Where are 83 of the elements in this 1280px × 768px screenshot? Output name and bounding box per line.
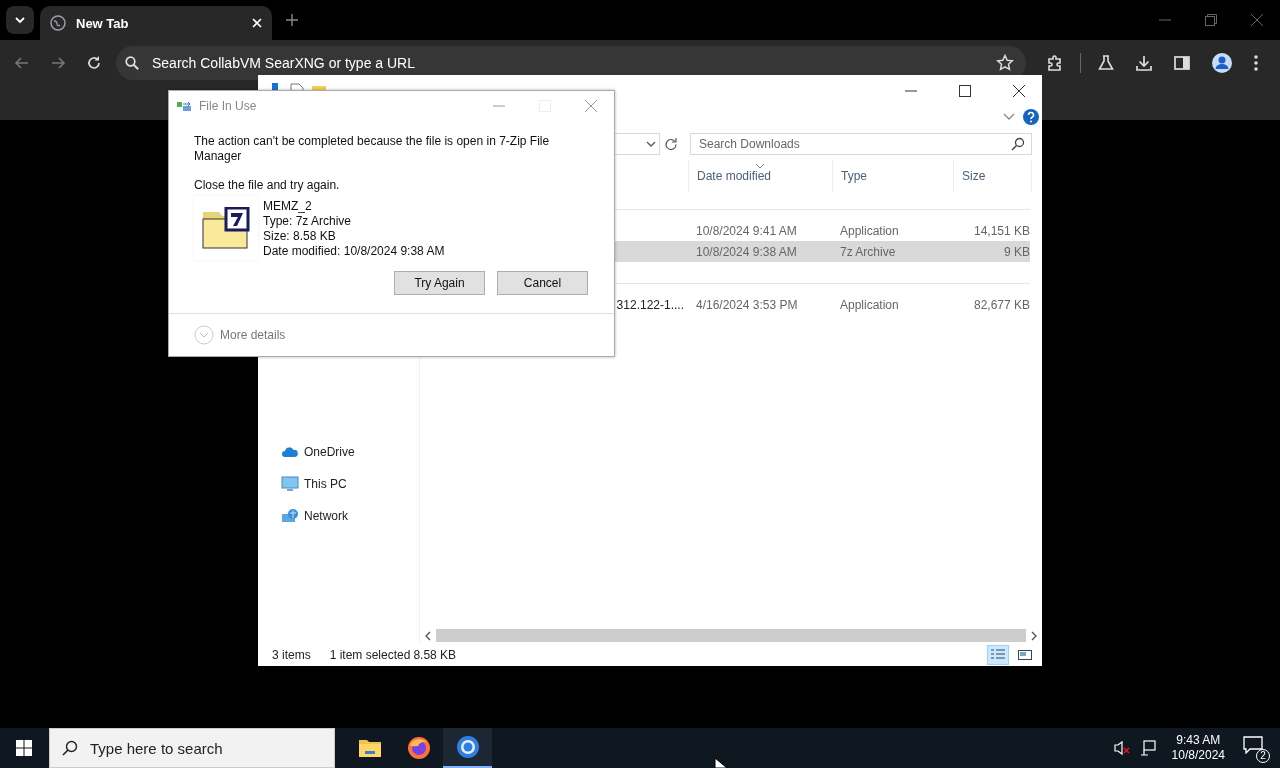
- windows-start-icon[interactable]: [16, 740, 32, 756]
- column-header[interactable]: Date modified: [688, 160, 832, 192]
- notification-count: 2: [1256, 748, 1270, 763]
- error-message: The action can't be completed because the file is open in 7-Zip File Manager: [194, 134, 551, 164]
- large-icons-view-icon: [1017, 648, 1033, 662]
- search-field[interactable]: Search Downloads: [690, 133, 1032, 155]
- date-cell: 10/8/2024 9:38 AM: [696, 244, 797, 259]
- forward-icon[interactable]: [50, 54, 66, 71]
- file-detail: Size: 8.58 KB: [263, 229, 337, 244]
- clock-date[interactable]: 10/8/2024: [1171, 748, 1225, 763]
- profile-avatar-icon[interactable]: [1211, 51, 1233, 74]
- restore-icon[interactable]: [1205, 14, 1217, 26]
- address-input[interactable]: Search CollabVM SearXNG or type a URL: [152, 54, 984, 71]
- monitor-icon: [281, 476, 299, 492]
- flask-icon[interactable]: [1097, 53, 1115, 72]
- date-cell: 10/8/2024 9:41 AM: [696, 223, 797, 238]
- dialog-button[interactable]: Cancel: [497, 271, 588, 295]
- expand-chevron-icon: [194, 325, 214, 345]
- sort-caret-icon: [756, 164, 764, 169]
- file-name: 312.122-1....: [616, 297, 684, 312]
- clock-time[interactable]: 9:43 AM: [1176, 733, 1221, 748]
- maximize-icon[interactable]: [959, 84, 971, 97]
- dialog-button[interactable]: Try Again: [394, 271, 485, 295]
- chevron-down-icon[interactable]: [646, 140, 656, 148]
- column-header[interactable]: Type: [832, 160, 953, 192]
- date-cell: 4/16/2024 3:53 PM: [696, 297, 798, 312]
- cloud-icon: [281, 446, 299, 458]
- details-view-icon: [990, 648, 1006, 662]
- selection-size: 8.58 KB: [413, 648, 457, 662]
- globe-icon: [50, 15, 66, 31]
- puzzle-icon[interactable]: [1046, 53, 1064, 72]
- search-icon: [1011, 137, 1025, 151]
- download-icon[interactable]: [1135, 53, 1153, 72]
- folder-icon: [357, 738, 382, 758]
- size-cell: 9 KB: [1004, 244, 1030, 259]
- back-icon[interactable]: [14, 54, 30, 71]
- taskbar-search-input[interactable]: Type here to search: [88, 738, 334, 758]
- selection-count: 1 item selected: [329, 648, 411, 662]
- network-icon[interactable]: [1139, 740, 1156, 756]
- taskbar-search-field[interactable]: Type here to search: [49, 728, 335, 768]
- size-cell: 14,151 KB: [973, 223, 1030, 238]
- type-cell: 7z Archive: [840, 244, 896, 259]
- scroll-right-icon[interactable]: [1030, 630, 1038, 641]
- notifications-button[interactable]: 2: [1243, 733, 1270, 763]
- more-details-toggle[interactable]: More details: [194, 325, 286, 345]
- browser-taskbar-button[interactable]: [443, 728, 492, 768]
- item-count: 3 items: [272, 648, 311, 662]
- star-icon[interactable]: [996, 53, 1014, 72]
- type-cell: Application: [840, 297, 899, 312]
- browser-tab[interactable]: New Tab: [40, 6, 272, 40]
- archive-folder-icon: [202, 207, 250, 249]
- search-icon: [124, 54, 140, 71]
- file-name: MEMZ_2: [263, 199, 313, 214]
- reload-icon[interactable]: [86, 54, 102, 71]
- column-header[interactable]: Size: [953, 160, 1032, 192]
- dialog-title: File In Use: [199, 99, 257, 113]
- nav-item[interactable]: This PC: [258, 473, 419, 495]
- side-panel-icon[interactable]: [1173, 53, 1191, 72]
- mouse-cursor-icon: [714, 758, 728, 768]
- chevron-down-icon: [14, 14, 26, 26]
- fox-globe-icon: [406, 736, 431, 760]
- ring-icon: [455, 735, 480, 759]
- network-icon: [281, 508, 299, 524]
- scrollbar-thumb[interactable]: [436, 629, 1026, 642]
- nav-item[interactable]: Network: [258, 505, 419, 527]
- speaker-muted-icon[interactable]: [1113, 740, 1130, 756]
- scroll-left-icon[interactable]: [424, 630, 432, 641]
- new-tab-icon[interactable]: [286, 14, 298, 26]
- address-bar[interactable]: Search CollabVM SearXNG or type a URL: [116, 45, 1026, 80]
- file-transfer-icon: [177, 100, 193, 112]
- menu-icon[interactable]: [1253, 53, 1259, 72]
- chevron-down-icon[interactable]: [1003, 113, 1015, 121]
- refresh-icon[interactable]: [664, 137, 678, 151]
- file-detail: Type: 7z Archive: [263, 214, 353, 229]
- type-cell: Application: [840, 223, 899, 238]
- size-cell: 82,677 KB: [973, 297, 1030, 312]
- tab-title: New Tab: [76, 15, 130, 31]
- instruction-text: Close the file and try again.: [194, 178, 341, 192]
- close-icon[interactable]: [1013, 84, 1025, 97]
- tab-search-button[interactable]: [6, 6, 34, 34]
- nav-item[interactable]: OneDrive: [258, 441, 419, 463]
- help-icon[interactable]: [1023, 109, 1039, 125]
- search-icon: [62, 740, 78, 756]
